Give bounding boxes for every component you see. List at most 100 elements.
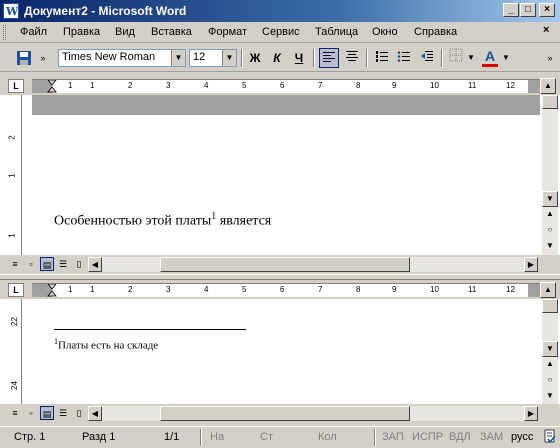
decrease-indent-icon[interactable]: [417, 48, 437, 68]
close-document-button[interactable]: ×: [543, 24, 549, 36]
bulleted-list-icon[interactable]: [394, 48, 414, 68]
print-layout-icon[interactable]: ▤: [40, 406, 54, 420]
scroll-up-icon[interactable]: ▲: [540, 282, 556, 298]
ruler-number: 11: [468, 81, 477, 90]
scroll-left-icon[interactable]: ◀: [88, 406, 102, 421]
scroll-right-icon[interactable]: ▶: [524, 406, 538, 421]
ruler-number: 8: [356, 285, 361, 294]
font-size-select[interactable]: 12 ▼: [189, 49, 237, 67]
select-browse-object-icon[interactable]: ○: [542, 373, 558, 389]
tab-selector[interactable]: L: [8, 79, 24, 93]
scroll-down-icon[interactable]: ▼: [542, 191, 558, 207]
select-browse-object-icon[interactable]: ○: [542, 223, 558, 239]
close-button[interactable]: ×: [539, 3, 555, 17]
numbered-list-icon[interactable]: [372, 48, 392, 68]
previous-page-icon[interactable]: ▲: [542, 357, 558, 373]
vertical-ruler-top[interactable]: 2 1 1: [8, 95, 22, 255]
horizontal-scrollbar-bottom[interactable]: ◀ ▶: [88, 406, 538, 421]
document-pane-top[interactable]: 2 1 1 Особенностью этой платы1 является …: [0, 95, 560, 255]
vertical-scrollbar-bottom[interactable]: ▼ ▲ ○ ▼: [542, 299, 558, 404]
body-paragraph[interactable]: Особенностью этой платы1 является: [54, 211, 271, 230]
vertical-scrollbar-top[interactable]: ▼ ▲ ○ ▼: [542, 95, 558, 255]
ruler-number: 9: [392, 285, 397, 294]
minimize-button[interactable]: _: [503, 3, 519, 17]
status-rec[interactable]: ЗАП: [382, 431, 404, 443]
pane-splitter[interactable]: [0, 274, 560, 280]
font-color-button[interactable]: A: [480, 48, 500, 68]
scroll-right-icon[interactable]: ▶: [524, 257, 538, 272]
align-left-icon[interactable]: [319, 48, 339, 68]
ruler[interactable]: 1 1 2 3 4 5 6 7 8 9 10 11 12: [32, 283, 540, 297]
menu-view[interactable]: Вид: [115, 26, 135, 38]
menu-table[interactable]: Таблица: [315, 26, 358, 38]
ruler-number: 12: [506, 81, 515, 90]
ruler-number: 11: [468, 285, 477, 294]
vruler-number: 22: [9, 317, 19, 326]
next-page-icon[interactable]: ▼: [542, 389, 558, 405]
menu-format[interactable]: Формат: [208, 26, 247, 38]
italic-button[interactable]: К: [267, 48, 287, 68]
status-bar: Стр. 1 Разд 1 1/1 На Ст Кол ЗАП ИСПР ВДЛ…: [0, 426, 560, 448]
footnote[interactable]: 1Платы есть на складе: [54, 337, 158, 352]
bold-button[interactable]: Ж: [245, 48, 265, 68]
footnote-pane[interactable]: 22 24 1Платы есть на складе ▼ ▲ ○ ▼: [0, 299, 560, 404]
menu-file[interactable]: Файл: [20, 26, 47, 38]
spelling-status-icon[interactable]: [544, 429, 557, 447]
toolbar-options-icon[interactable]: »: [544, 48, 556, 68]
ruler-number: 7: [318, 285, 323, 294]
app-icon-letter: W: [6, 5, 19, 18]
status-extend[interactable]: ВДЛ: [449, 431, 471, 443]
chevron-down-icon[interactable]: ▼: [222, 50, 236, 66]
menu-grip[interactable]: [3, 25, 6, 40]
web-view-icon[interactable]: ▫: [24, 257, 38, 271]
ruler-number: 4: [204, 285, 209, 294]
font-size-value: 12: [193, 51, 206, 63]
vruler-number: 1: [7, 173, 17, 178]
font-name-select[interactable]: Times New Roman ▼: [58, 49, 186, 67]
web-view-icon[interactable]: ▫: [24, 406, 38, 420]
borders-icon[interactable]: [446, 48, 466, 68]
toolbar-options-icon[interactable]: »: [38, 48, 48, 68]
horizontal-scroll-thumb[interactable]: [160, 406, 410, 421]
reading-view-icon[interactable]: ▯: [72, 406, 86, 420]
maximize-button[interactable]: □: [520, 3, 536, 17]
scroll-thumb[interactable]: [542, 299, 558, 313]
previous-page-icon[interactable]: ▲: [542, 207, 558, 223]
scroll-thumb[interactable]: [542, 95, 558, 109]
ruler-number: 8: [356, 81, 361, 90]
scroll-left-icon[interactable]: ◀: [88, 257, 102, 272]
outline-view-icon[interactable]: ☰: [56, 406, 70, 420]
word-app-icon[interactable]: W: [3, 3, 19, 19]
vertical-ruler-bottom[interactable]: 22 24: [8, 299, 22, 404]
ruler[interactable]: 1 1 2 3 4 5 6 7 8 9 10 11 12: [32, 79, 540, 93]
scroll-up-icon[interactable]: ▲: [540, 78, 556, 94]
status-overtype[interactable]: ЗАМ: [480, 431, 503, 443]
menu-tools[interactable]: Сервис: [262, 26, 300, 38]
title-bar: W Документ2 - Microsoft Word _ □ ×: [0, 0, 560, 22]
horizontal-scroll-thumb[interactable]: [160, 257, 410, 272]
scroll-down-icon[interactable]: ▼: [542, 341, 558, 357]
outline-view-icon[interactable]: ☰: [56, 257, 70, 271]
normal-view-icon[interactable]: ≡: [8, 406, 22, 420]
menu-bar: Файл Правка Вид Вставка Формат Сервис Та…: [0, 22, 560, 43]
next-page-icon[interactable]: ▼: [542, 239, 558, 255]
align-center-icon[interactable]: [342, 48, 362, 68]
reading-view-icon[interactable]: ▯: [72, 257, 86, 271]
status-track-changes[interactable]: ИСПР: [412, 431, 443, 443]
body-text-after: является: [216, 213, 272, 229]
borders-dropdown-icon[interactable]: ▼: [466, 48, 476, 68]
print-layout-icon[interactable]: ▤: [40, 257, 54, 271]
chevron-down-icon[interactable]: ▼: [171, 50, 185, 66]
ruler-number: 1: [68, 81, 73, 90]
normal-view-icon[interactable]: ≡: [8, 257, 22, 271]
save-icon[interactable]: [14, 48, 34, 68]
status-language[interactable]: русс: [511, 431, 533, 443]
menu-window[interactable]: Окно: [372, 26, 398, 38]
menu-help[interactable]: Справка: [414, 26, 457, 38]
horizontal-scrollbar-top[interactable]: ◀ ▶: [88, 257, 538, 272]
font-color-dropdown-icon[interactable]: ▼: [501, 48, 511, 68]
tab-selector[interactable]: L: [8, 283, 24, 297]
menu-edit[interactable]: Правка: [63, 26, 100, 38]
underline-button[interactable]: Ч: [289, 48, 309, 68]
menu-insert[interactable]: Вставка: [151, 26, 192, 38]
